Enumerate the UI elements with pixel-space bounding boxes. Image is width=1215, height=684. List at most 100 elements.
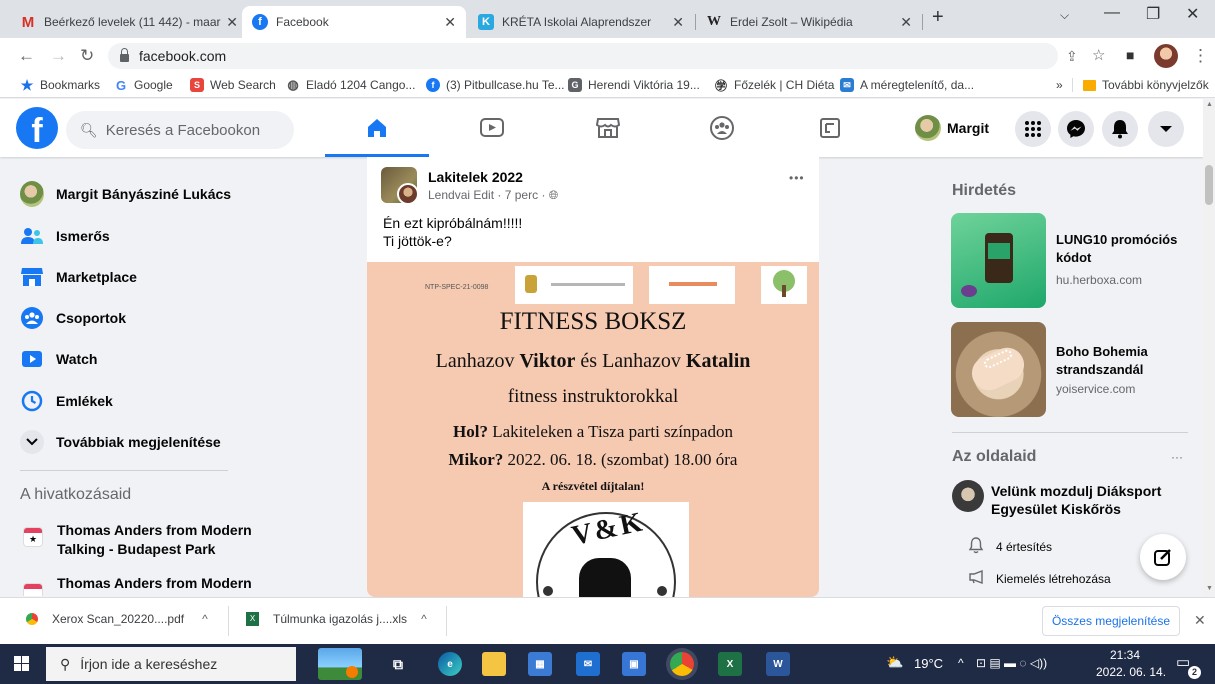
author-avatar[interactable]	[397, 183, 419, 205]
shortcut-item[interactable]: Thomas Anders from Modern	[20, 572, 260, 596]
menu-button[interactable]	[1015, 111, 1051, 147]
clock-time[interactable]: 21:34	[1110, 648, 1140, 662]
bookmark-item[interactable]: ✉ A méregtelenítő, da...	[840, 78, 974, 92]
chevron-up-icon[interactable]: ^	[421, 612, 427, 626]
messenger-button[interactable]	[1058, 111, 1094, 147]
back-icon[interactable]: ←	[18, 46, 35, 66]
bookmark-item[interactable]: ㊫ Főzelék | CH Diéta	[714, 78, 835, 93]
tab-kreta[interactable]: K KRÉTA Iskolai Alaprendszer ✕	[468, 6, 694, 38]
post-author[interactable]: Lendvai Edit	[428, 188, 494, 202]
facebook-logo[interactable]: f	[16, 107, 58, 150]
news-widget-icon[interactable]	[318, 648, 362, 680]
close-tab-icon[interactable]: ✕	[900, 14, 912, 31]
clock-date[interactable]: 2022. 06. 14.	[1096, 665, 1166, 679]
file-explorer-icon[interactable]	[482, 652, 506, 676]
close-tab-icon[interactable]: ✕	[444, 14, 456, 31]
task-view-icon[interactable]: ⧉	[386, 652, 410, 676]
bookmark-star-icon[interactable]: ☆	[1092, 46, 1105, 64]
sidepanel-icon[interactable]: ■	[1126, 47, 1134, 63]
chrome-icon[interactable]	[670, 652, 694, 676]
account-button[interactable]	[1148, 111, 1184, 147]
store-icon[interactable]: ▦	[528, 652, 552, 676]
post-image[interactable]: NTP-SPEC-21-0098 FITNESS BOKSZ Lanhazov …	[367, 262, 819, 597]
chevron-up-icon[interactable]: ^	[202, 612, 208, 626]
excel-icon[interactable]: X	[718, 652, 742, 676]
other-bookmarks-folder[interactable]: További könyvjelzők	[1072, 78, 1209, 92]
download-item[interactable]: X Túlmunka igazolás j....xls ^	[246, 612, 427, 626]
minimize-icon[interactable]: —	[1104, 4, 1120, 22]
page-name-link[interactable]: Velünk mozdulj Diáksport Egyesület Kiskő…	[991, 482, 1191, 518]
nav-marketplace[interactable]	[568, 109, 648, 147]
pages-options-button[interactable]: ···	[1171, 450, 1183, 464]
word-icon[interactable]: W	[766, 652, 790, 676]
restore-icon[interactable]: ❐	[1146, 4, 1160, 24]
close-tab-icon[interactable]: ✕	[226, 14, 238, 31]
ad-domain: yoiservice.com	[1056, 382, 1136, 396]
tab-title: Beérkező levelek (11 442) - maar	[44, 15, 221, 29]
browser-tab-strip: M Beérkező levelek (11 442) - maar ✕ f F…	[0, 0, 1215, 38]
scroll-up-arrow-icon[interactable]: ▲	[1206, 101, 1213, 108]
reload-icon[interactable]: ↻	[80, 46, 94, 66]
sidebar-item-groups[interactable]: Csoportok	[20, 300, 126, 336]
mail-icon[interactable]: ✉	[576, 652, 600, 676]
notifications-button[interactable]	[1102, 111, 1138, 147]
sidebar-item-memories[interactable]: Emlékek	[20, 383, 113, 419]
post-time[interactable]: 7 perc	[505, 188, 538, 202]
new-message-button[interactable]	[1140, 534, 1186, 580]
bookmark-item[interactable]: S Web Search	[190, 78, 276, 92]
save-floppy-icon[interactable]: ▣	[622, 652, 646, 676]
sidebar-item-friends[interactable]: Ismerős	[20, 218, 110, 254]
edge-icon[interactable]: e	[438, 652, 462, 676]
profile-chip[interactable]: Margit	[915, 113, 989, 143]
shortcut-item[interactable]: ★ Thomas Anders from Modern Talking - Bu…	[20, 520, 260, 560]
tray-expand-icon[interactable]: ^	[958, 656, 964, 670]
new-tab-icon[interactable]: +	[932, 6, 944, 29]
url-field[interactable]: facebook.com	[108, 43, 1058, 69]
nav-gaming[interactable]	[790, 109, 870, 147]
ad-card[interactable]: LUNG10 promóciós kódot hu.herboxa.com	[951, 213, 1201, 313]
scrollbar-thumb[interactable]	[1205, 165, 1213, 205]
sidebar-show-more[interactable]: Továbbiak megjelenítése	[20, 424, 221, 460]
taskbar-search-input[interactable]: ⚲ Írjon ide a kereséshez	[46, 647, 296, 681]
sidebar-item-marketplace[interactable]: Marketplace	[20, 259, 137, 295]
bookmark-item[interactable]: ★ Bookmarks	[20, 77, 100, 93]
tab-wikipedia[interactable]: W Erdei Zsolt – Wikipédia ✕	[696, 6, 922, 38]
post-group-name[interactable]: Lakitelek 2022	[428, 169, 523, 185]
facebook-search-input[interactable]: 🔍︎ Keresés a Facebookon	[66, 111, 294, 149]
nav-home[interactable]	[325, 109, 429, 157]
tab-gmail[interactable]: M Beérkező levelek (11 442) - maar ✕	[10, 6, 248, 38]
bookmark-item[interactable]: G Google	[114, 78, 173, 93]
nav-groups[interactable]	[682, 109, 762, 147]
chrome-profile-avatar[interactable]	[1154, 44, 1178, 68]
download-item[interactable]: Xerox Scan_20220....pdf ^	[26, 612, 208, 626]
close-tab-icon[interactable]: ✕	[672, 14, 684, 31]
tab-search-icon[interactable]: ⌵	[1060, 8, 1069, 23]
poster-where: Hol? Lakiteleken a Tisza parti színpadon	[367, 422, 819, 442]
tab-facebook[interactable]: f Facebook ✕	[242, 6, 466, 38]
marketplace-icon	[595, 118, 621, 138]
tray-icons[interactable]: ⊡ ▤ ▬ ◌ ◁))	[976, 656, 1047, 670]
page-scrollbar[interactable]: ▲ ▼	[1203, 99, 1215, 597]
windows-start-icon[interactable]	[14, 656, 30, 672]
post-options-button[interactable]: •••	[789, 171, 805, 185]
sidebar-item-watch[interactable]: Watch	[20, 341, 97, 377]
bookmark-item[interactable]: G Herendi Viktória 19...	[568, 78, 700, 92]
ad-card[interactable]: Boho Bohemia strandszandál yoiservice.co…	[951, 322, 1201, 422]
scroll-down-arrow-icon[interactable]: ▼	[1206, 585, 1213, 592]
sidebar-item-profile[interactable]: Margit Bányásziné Lukács	[20, 176, 231, 212]
page-notifications-link[interactable]: 4 értesítés	[968, 536, 1052, 557]
weather-icon[interactable]: ⛅	[886, 654, 903, 671]
bookmark-item[interactable]: f (3) Pitbullcase.hu Te...	[426, 78, 565, 92]
close-window-icon[interactable]: ✕	[1186, 4, 1199, 24]
forward-icon[interactable]: →	[50, 46, 67, 66]
show-all-downloads-button[interactable]: Összes megjelenítése	[1042, 606, 1180, 636]
chrome-menu-icon[interactable]: ⋮	[1192, 46, 1209, 66]
weather-temp[interactable]: 19°C	[914, 656, 943, 671]
bookmark-item[interactable]: ◍ Eladó 1204 Cango...	[286, 77, 415, 92]
close-shelf-icon[interactable]: ✕	[1194, 612, 1206, 629]
promote-link[interactable]: Kiemelés létrehozása	[968, 569, 1111, 587]
more-bookmarks-button[interactable]: »	[1056, 78, 1063, 92]
share-icon[interactable]: ⇪	[1066, 48, 1078, 65]
page-avatar[interactable]	[952, 480, 984, 512]
nav-watch[interactable]	[452, 109, 532, 147]
